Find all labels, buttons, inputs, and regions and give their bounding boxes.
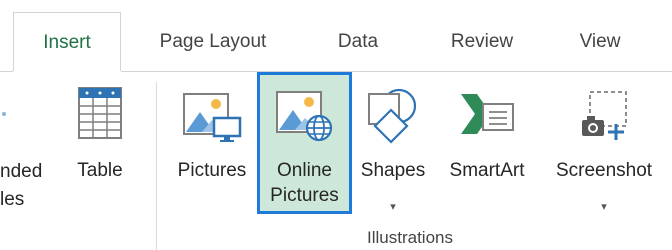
online-pictures-icon — [273, 86, 337, 153]
table-button[interactable]: Table — [62, 82, 138, 214]
ribbon-tab-strip: Insert Page Layout Data Review View — [0, 0, 672, 73]
shapes-dropdown-arrow[interactable]: ▾ — [354, 195, 432, 219]
shapes-label: Shapes — [360, 160, 426, 181]
recommended-tables-button[interactable]: nded les — [0, 158, 42, 214]
screenshot-icon — [572, 86, 636, 153]
tab-view[interactable]: View — [560, 12, 640, 72]
smartart-button[interactable]: SmartArt — [436, 82, 538, 214]
table-label: Table — [77, 160, 123, 181]
pictures-label: Pictures — [177, 160, 247, 181]
shapes-icon — [361, 86, 425, 155]
screenshot-label: Screenshot — [555, 160, 653, 181]
pictures-icon — [180, 86, 244, 153]
illustrations-group-label: Illustrations — [367, 228, 453, 247]
recommended-tables-icon-fragment — [2, 112, 6, 116]
shapes-button[interactable]: Shapes ▾ — [354, 82, 432, 214]
smartart-icon — [455, 86, 519, 153]
pictures-button[interactable]: Pictures — [166, 82, 258, 214]
tab-data[interactable]: Data — [318, 12, 398, 72]
group-separator — [156, 82, 157, 250]
screenshot-button[interactable]: Screenshot ▾ — [542, 82, 666, 214]
tab-review[interactable]: Review — [428, 12, 536, 72]
recommended-tables-label-line2: les — [0, 189, 25, 210]
tab-insert[interactable]: Insert — [13, 12, 121, 73]
recommended-tables-label-line1: nded — [0, 161, 43, 182]
smartart-label: SmartArt — [449, 160, 525, 181]
screenshot-dropdown-arrow[interactable]: ▾ — [542, 195, 666, 219]
table-icon — [77, 86, 123, 147]
online-pictures-label-line2: Pictures — [270, 185, 339, 206]
online-pictures-button[interactable]: Online Pictures — [257, 72, 352, 214]
tab-page-layout[interactable]: Page Layout — [138, 12, 288, 72]
online-pictures-label-line1: Online — [277, 160, 332, 181]
